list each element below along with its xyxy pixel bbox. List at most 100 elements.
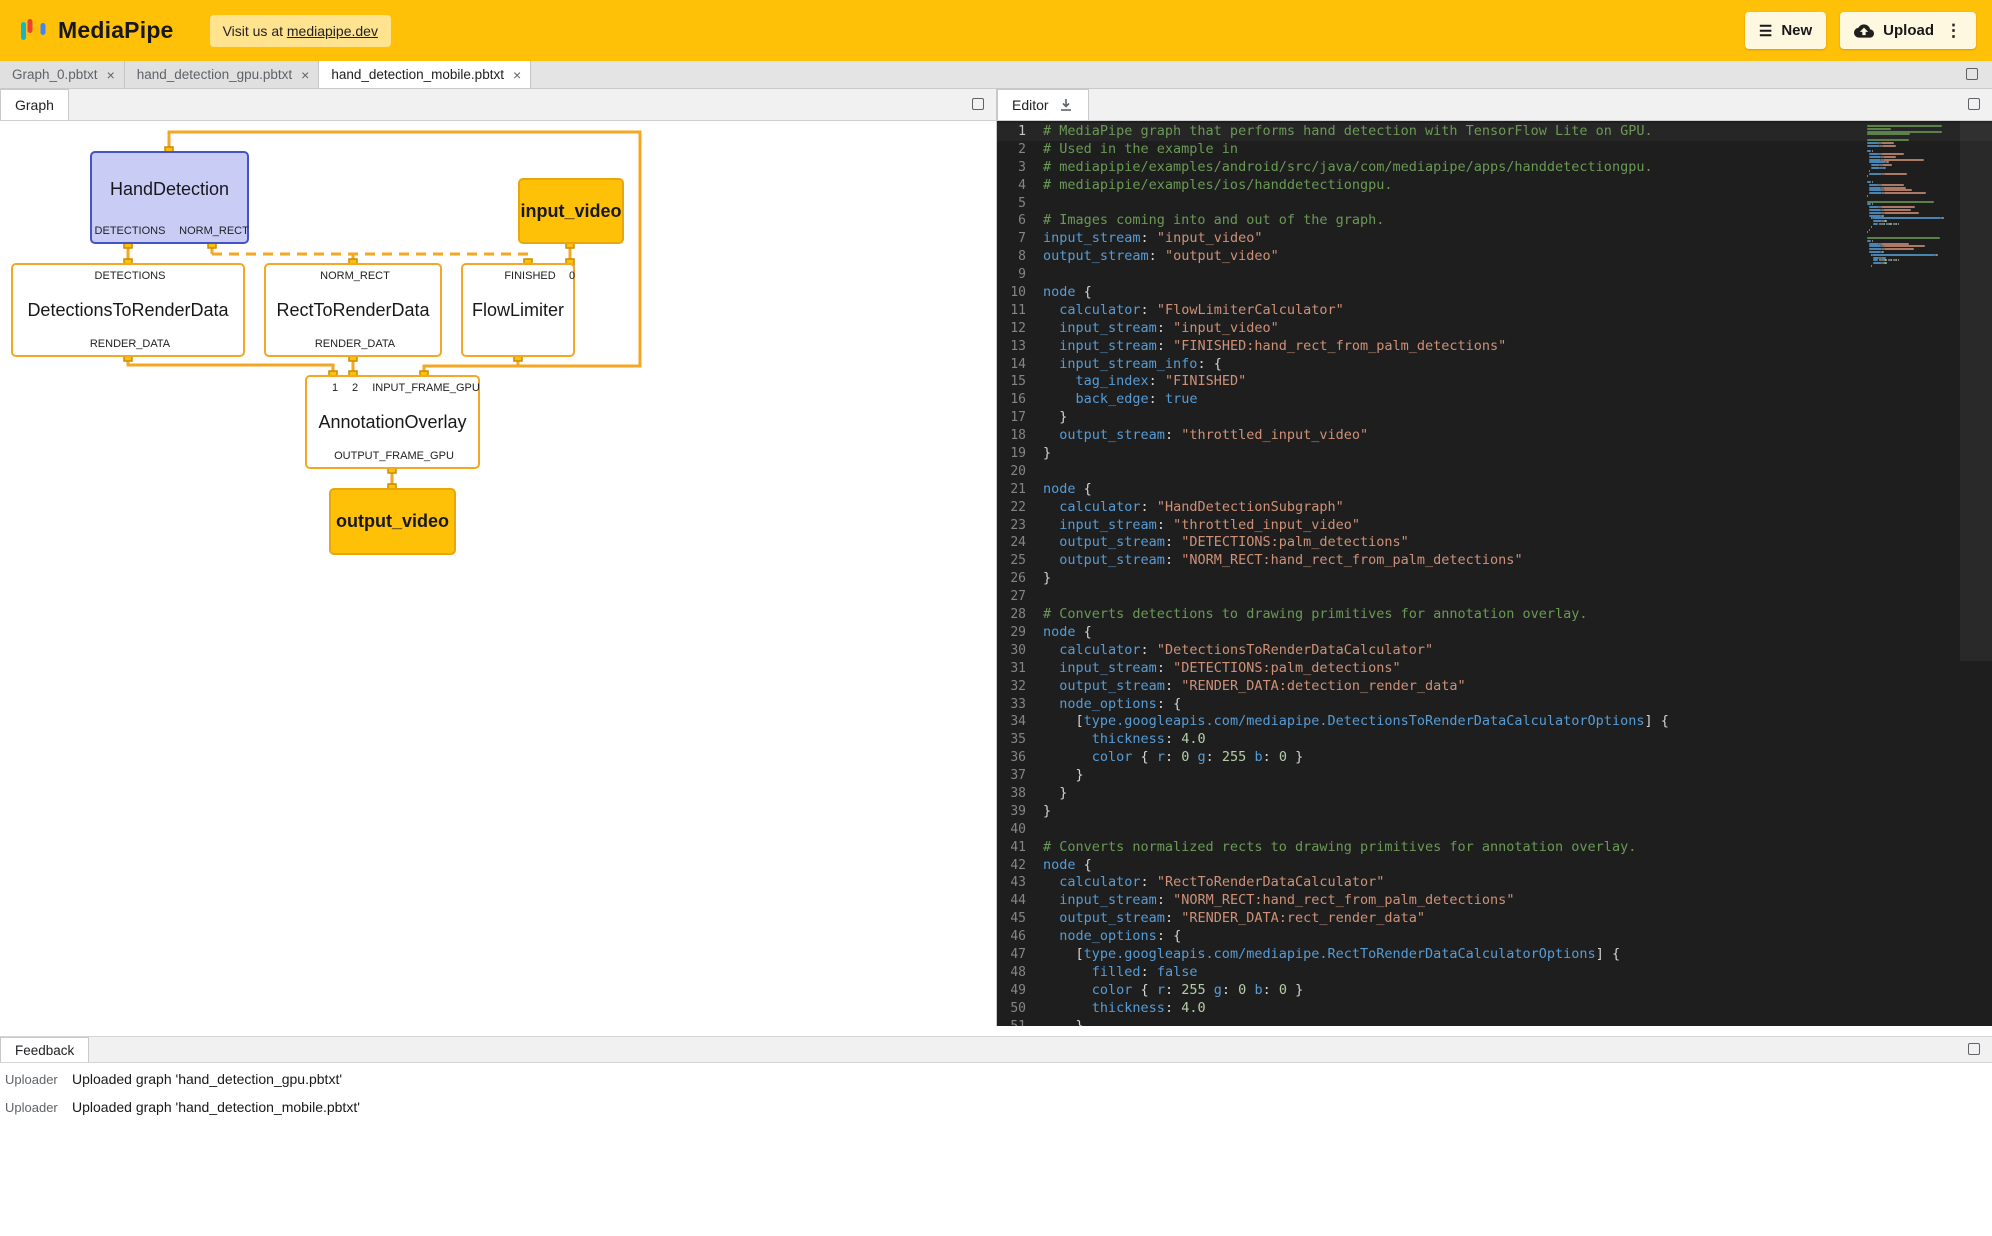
code-line[interactable]: 45 output_stream: "RENDER_DATA:rect_rend… — [997, 910, 1992, 928]
code-line[interactable]: 8output_stream: "output_video" — [997, 248, 1992, 266]
code-line[interactable]: 41# Converts normalized rects to drawing… — [997, 839, 1992, 857]
kebab-menu-icon[interactable]: ⋮ — [1945, 21, 1962, 41]
code-line[interactable]: 20 — [997, 463, 1992, 481]
graph-node-detections-to-render-data[interactable]: DETECTIONS DetectionsToRenderData RENDER… — [11, 263, 245, 357]
code-line[interactable]: 17 } — [997, 409, 1992, 427]
editor-tab[interactable]: Editor — [997, 89, 1089, 120]
code-line[interactable]: 43 calculator: "RectToRenderDataCalculat… — [997, 874, 1992, 892]
code-line[interactable]: 33 node_options: { — [997, 696, 1992, 714]
code-line[interactable]: 39} — [997, 803, 1992, 821]
minimap-line — [1869, 209, 1881, 211]
code-line[interactable]: 37 } — [997, 767, 1992, 785]
graph-edges — [0, 121, 996, 1026]
expand-feedback-icon[interactable] — [1968, 1043, 1980, 1055]
code-line[interactable]: 15 tag_index: "FINISHED" — [997, 373, 1992, 391]
code-line[interactable]: 13 input_stream: "FINISHED:hand_rect_fro… — [997, 338, 1992, 356]
graph-node-flow-limiter[interactable]: FINISHED 0 FlowLimiter — [461, 263, 575, 357]
code-line[interactable]: 24 output_stream: "DETECTIONS:palm_detec… — [997, 534, 1992, 552]
file-tab[interactable]: hand_detection_gpu.pbtxt× — [125, 61, 320, 88]
code-line[interactable]: 22 calculator: "HandDetectionSubgraph" — [997, 499, 1992, 517]
close-tab-icon[interactable]: × — [107, 67, 115, 83]
code-line[interactable]: 19} — [997, 445, 1992, 463]
close-tab-icon[interactable]: × — [301, 67, 309, 83]
expand-editor-icon[interactable] — [1968, 98, 1980, 110]
code-line[interactable]: 51 } — [997, 1018, 1992, 1026]
code-editor[interactable]: 1# MediaPipe graph that performs hand de… — [997, 121, 1992, 1026]
minimap-line — [1867, 145, 1880, 147]
code-line[interactable]: 21node { — [997, 481, 1992, 499]
code-line[interactable]: 3# mediapipie/examples/android/src/java/… — [997, 159, 1992, 177]
graph-tab[interactable]: Graph — [0, 89, 69, 120]
code-line[interactable]: 11 calculator: "FlowLimiterCalculator" — [997, 302, 1992, 320]
minimap-line — [1881, 215, 1884, 217]
code-line[interactable]: 32 output_stream: "RENDER_DATA:detection… — [997, 678, 1992, 696]
code-line[interactable]: 18 output_stream: "throttled_input_video… — [997, 427, 1992, 445]
mediapipe-dev-link[interactable]: mediapipe.dev — [287, 23, 378, 39]
code-line[interactable]: 49 color { r: 255 g: 0 b: 0 } — [997, 982, 1992, 1000]
feedback-tab[interactable]: Feedback — [0, 1037, 89, 1062]
code-line[interactable]: 27 — [997, 588, 1992, 606]
line-number: 31 — [997, 660, 1043, 678]
log-message: Uploaded graph 'hand_detection_mobile.pb… — [72, 1099, 360, 1115]
upload-button[interactable]: Upload ⋮ — [1840, 12, 1976, 49]
code-line[interactable]: 6# Images coming into and out of the gra… — [997, 212, 1992, 230]
scrollbar-thumb[interactable] — [1960, 121, 1992, 661]
line-text: color { r: 255 g: 0 b: 0 } — [1043, 982, 1303, 1000]
graph-canvas[interactable]: HandDetection DETECTIONS NORM_RECT input… — [0, 121, 997, 1026]
panel-header-row: Graph Editor — [0, 89, 1992, 121]
graph-node-input-video[interactable]: input_video — [518, 178, 624, 244]
code-line[interactable]: 44 input_stream: "NORM_RECT:hand_rect_fr… — [997, 892, 1992, 910]
editor-scrollbar[interactable] — [1960, 121, 1992, 1026]
code-line[interactable]: 29node { — [997, 624, 1992, 642]
code-line[interactable]: 4# mediapipie/examples/ios/handdetection… — [997, 177, 1992, 195]
code-line[interactable]: 48 filled: false — [997, 964, 1992, 982]
code-line[interactable]: 2# Used in the example in — [997, 141, 1992, 159]
code-line[interactable]: 40 — [997, 821, 1992, 839]
line-text: filled: false — [1043, 964, 1197, 982]
close-tab-icon[interactable]: × — [513, 67, 521, 83]
code-line[interactable]: 28# Converts detections to drawing primi… — [997, 606, 1992, 624]
graph-node-hand-detection[interactable]: HandDetection DETECTIONS NORM_RECT — [90, 151, 249, 244]
code-line[interactable]: 14 input_stream_info: { — [997, 356, 1992, 374]
code-line[interactable]: 31 input_stream: "DETECTIONS:palm_detect… — [997, 660, 1992, 678]
editor-minimap[interactable] — [1867, 121, 1959, 1026]
code-line[interactable]: 23 input_stream: "throttled_input_video" — [997, 517, 1992, 535]
code-line[interactable]: 36 color { r: 0 g: 255 b: 0 } — [997, 749, 1992, 767]
code-line[interactable]: 30 calculator: "DetectionsToRenderDataCa… — [997, 642, 1992, 660]
code-line[interactable]: 25 output_stream: "NORM_RECT:hand_rect_f… — [997, 552, 1992, 570]
popout-strip-icon[interactable] — [1966, 68, 1978, 80]
minimap-line — [1941, 217, 1944, 219]
line-text: input_stream: "throttled_input_video" — [1043, 517, 1360, 535]
top-bar: MediaPipe Visit us at mediapipe.dev ☰ Ne… — [0, 0, 1992, 61]
line-text: input_stream: "input_video" — [1043, 320, 1279, 338]
file-tab[interactable]: Graph_0.pbtxt× — [0, 61, 125, 88]
code-line[interactable]: 46 node_options: { — [997, 928, 1992, 946]
code-line[interactable]: 7input_stream: "input_video" — [997, 230, 1992, 248]
code-line[interactable]: 47 [type.googleapis.com/mediapipe.RectTo… — [997, 946, 1992, 964]
code-line[interactable]: 26} — [997, 570, 1992, 588]
expand-graph-icon[interactable] — [972, 98, 984, 110]
code-line[interactable]: 16 back_edge: true — [997, 391, 1992, 409]
code-line[interactable]: 34 [type.googleapis.com/mediapipe.Detect… — [997, 713, 1992, 731]
code-line[interactable]: 1# MediaPipe graph that performs hand de… — [997, 123, 1992, 141]
code-line[interactable]: 10node { — [997, 284, 1992, 302]
minimap-line — [1898, 259, 1899, 261]
download-icon[interactable] — [1058, 97, 1074, 113]
code-line[interactable]: 35 thickness: 4.0 — [997, 731, 1992, 749]
new-button[interactable]: ☰ New — [1745, 12, 1826, 49]
line-text: [type.googleapis.com/mediapipe.Detection… — [1043, 713, 1669, 731]
code-line[interactable]: 12 input_stream: "input_video" — [997, 320, 1992, 338]
line-number: 38 — [997, 785, 1043, 803]
code-line[interactable]: 50 thickness: 4.0 — [997, 1000, 1992, 1018]
graph-node-annotation-overlay[interactable]: 1 2 INPUT_FRAME_GPU AnnotationOverlay OU… — [305, 375, 480, 469]
minimap-line — [1867, 237, 1940, 239]
line-number: 49 — [997, 982, 1043, 1000]
code-line[interactable]: 38 } — [997, 785, 1992, 803]
graph-node-output-video[interactable]: output_video — [329, 488, 456, 555]
file-tab[interactable]: hand_detection_mobile.pbtxt× — [319, 61, 531, 88]
code-line[interactable]: 42node { — [997, 857, 1992, 875]
port-label: RENDER_DATA — [315, 338, 395, 350]
graph-node-rect-to-render-data[interactable]: NORM_RECT RectToRenderData RENDER_DATA — [264, 263, 442, 357]
code-line[interactable]: 9 — [997, 266, 1992, 284]
code-line[interactable]: 5 — [997, 195, 1992, 213]
